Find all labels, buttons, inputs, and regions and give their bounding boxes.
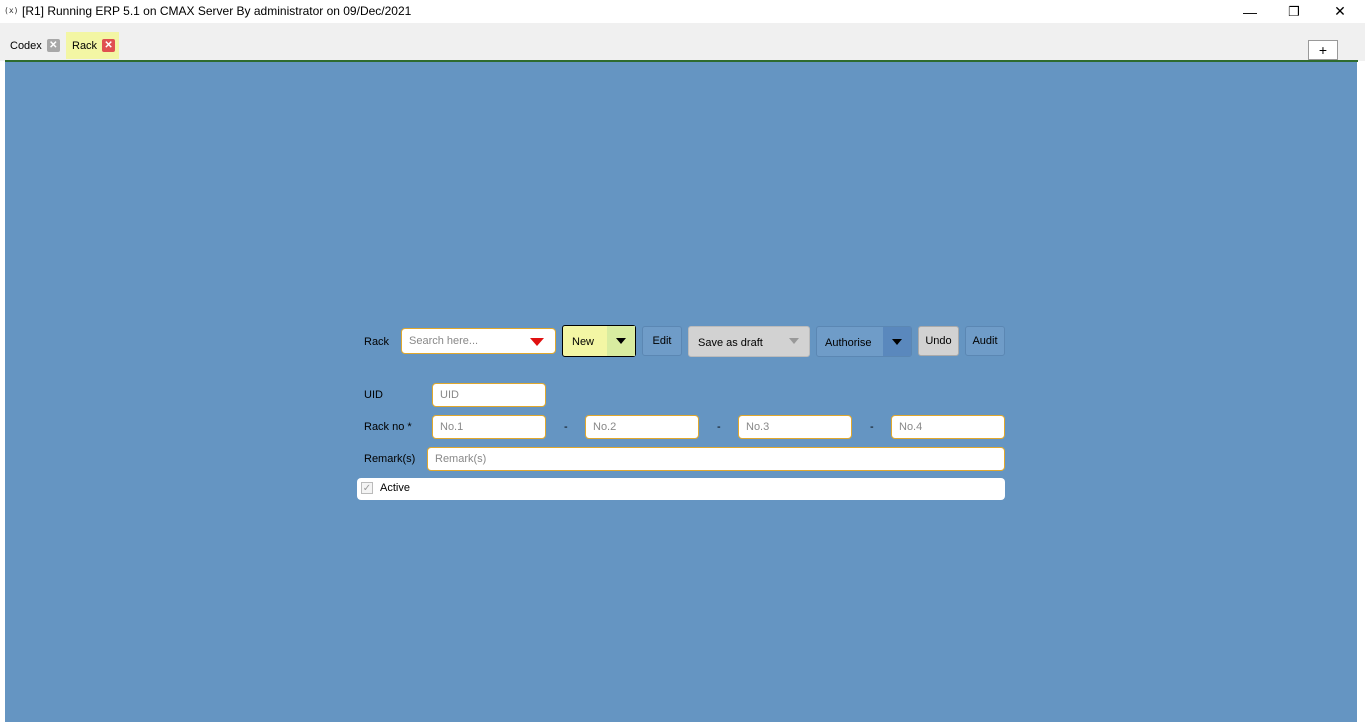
new-dropdown-toggle[interactable] bbox=[607, 326, 635, 356]
separator: - bbox=[870, 421, 874, 433]
edit-button[interactable]: Edit bbox=[642, 326, 682, 356]
separator: - bbox=[564, 421, 568, 433]
new-button-label: New bbox=[572, 336, 595, 348]
save-draft-label: Save as draft bbox=[698, 336, 763, 349]
uid-field[interactable]: UID bbox=[432, 383, 546, 407]
close-button[interactable]: ✕ bbox=[1317, 0, 1363, 23]
rack-no4-field[interactable]: No.4 bbox=[891, 415, 1005, 439]
title-bar: (x) [R1] Running ERP 5.1 on CMAX Server … bbox=[0, 0, 1365, 23]
remarks-field[interactable]: Remark(s) bbox=[427, 447, 1005, 471]
undo-button[interactable]: Undo bbox=[918, 326, 959, 356]
new-button[interactable]: New bbox=[562, 325, 636, 357]
authorise-button[interactable]: Authorise bbox=[816, 326, 912, 357]
app-icon: (x) bbox=[4, 6, 19, 15]
tab-label: Rack bbox=[72, 39, 98, 52]
chevron-down-icon[interactable] bbox=[789, 338, 799, 344]
form-canvas bbox=[5, 62, 1357, 722]
rack-label: Rack bbox=[364, 336, 390, 348]
remarks-label: Remark(s) bbox=[364, 453, 416, 465]
rack-no3-field[interactable]: No.3 bbox=[738, 415, 852, 439]
active-row: ✓ Active bbox=[357, 478, 1005, 500]
chevron-down-icon bbox=[892, 338, 902, 345]
dropdown-arrow-icon[interactable] bbox=[530, 338, 544, 346]
separator: - bbox=[717, 421, 721, 433]
tab-bar: Codex ✕ Rack ✕ bbox=[0, 23, 1365, 61]
window-title: [R1] Running ERP 5.1 on CMAX Server By a… bbox=[22, 4, 412, 18]
close-icon[interactable]: ✕ bbox=[46, 39, 60, 52]
rack-no2-field[interactable]: No.2 bbox=[585, 415, 699, 439]
rack-search-input[interactable]: Search here... bbox=[401, 328, 556, 354]
rack-no-label: Rack no * bbox=[364, 421, 412, 433]
audit-button[interactable]: Audit bbox=[965, 326, 1005, 356]
save-as-draft-button[interactable]: Save as draft bbox=[688, 326, 810, 357]
close-icon[interactable]: ✕ bbox=[102, 39, 116, 52]
search-placeholder: Search here... bbox=[409, 335, 479, 347]
tab-rack[interactable]: Rack ✕ bbox=[66, 32, 120, 59]
authorise-dropdown-toggle[interactable] bbox=[883, 327, 911, 356]
active-checkbox[interactable]: ✓ bbox=[361, 482, 373, 494]
rack-no1-field[interactable]: No.1 bbox=[432, 415, 546, 439]
restore-button[interactable]: ❐ bbox=[1271, 0, 1317, 23]
tab-label: Codex bbox=[10, 39, 42, 52]
active-label: Active bbox=[380, 482, 410, 494]
minimize-button[interactable]: — bbox=[1227, 0, 1273, 23]
tab-codex[interactable]: Codex ✕ bbox=[4, 32, 64, 59]
chevron-down-icon bbox=[616, 338, 626, 344]
add-tab-button[interactable]: + bbox=[1308, 40, 1338, 60]
authorise-label: Authorise bbox=[825, 336, 872, 349]
uid-label: UID bbox=[364, 389, 383, 401]
